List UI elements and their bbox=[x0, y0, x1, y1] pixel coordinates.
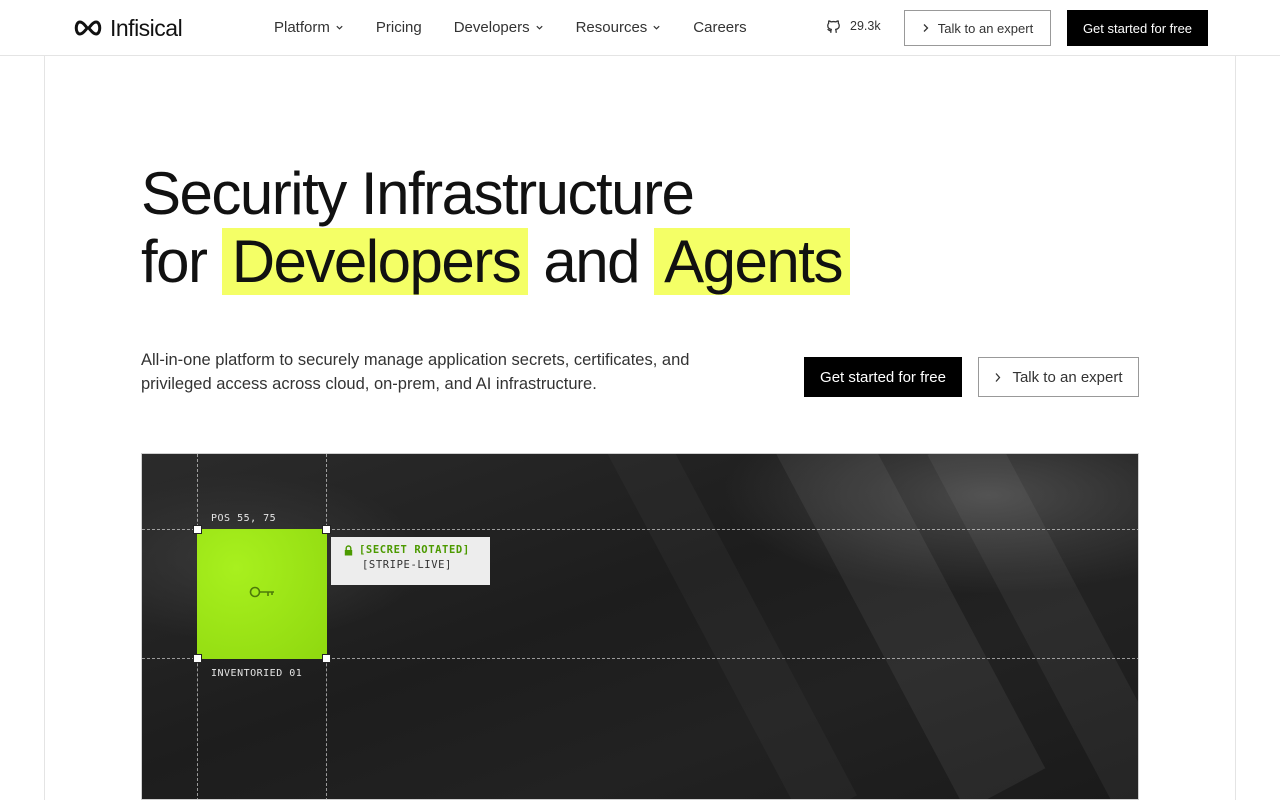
inventory-label: INVENTORIED 01 bbox=[211, 668, 303, 679]
chevron-down-icon bbox=[336, 25, 343, 30]
hero-get-started-button[interactable]: Get started for free bbox=[804, 357, 962, 397]
get-started-button[interactable]: Get started for free bbox=[1067, 10, 1208, 46]
tooltip-status-row: [SECRET ROTATED] bbox=[344, 544, 490, 556]
resize-handle-bottom-left[interactable] bbox=[193, 654, 202, 663]
hero-title-for: for bbox=[141, 228, 208, 295]
resize-handle-bottom-right[interactable] bbox=[322, 654, 331, 663]
nav-item-platform[interactable]: Platform bbox=[274, 19, 344, 36]
hero-title: Security Infrastructure for Developers a… bbox=[141, 160, 850, 296]
main-nav: Platform Pricing Developers Resources Ca… bbox=[274, 0, 779, 55]
highlight-agents: Agents bbox=[654, 228, 850, 295]
github-icon bbox=[827, 20, 840, 34]
chevron-down-icon bbox=[535, 25, 543, 30]
chevron-down-icon bbox=[653, 25, 660, 30]
nav-label: Careers bbox=[693, 19, 747, 36]
infinity-logo-icon bbox=[74, 20, 102, 36]
button-label: Talk to an expert bbox=[1012, 368, 1123, 386]
lock-icon bbox=[344, 544, 353, 555]
top-navbar: Infisical Platform Pricing Developers Re… bbox=[0, 0, 1280, 56]
nav-item-pricing[interactable]: Pricing bbox=[376, 19, 422, 36]
talk-to-expert-button[interactable]: Talk to an expert bbox=[904, 10, 1051, 46]
resize-handle-top-left[interactable] bbox=[193, 525, 202, 534]
highlight-developers: Developers bbox=[221, 228, 529, 295]
nav-item-developers[interactable]: Developers bbox=[454, 19, 544, 36]
brand-name: Infisical bbox=[110, 14, 183, 41]
resize-handle-top-right[interactable] bbox=[322, 525, 331, 534]
hero-visual-panel: POS 55, 75 INVENTORIED 01 [SECRET ROTATE… bbox=[141, 453, 1139, 800]
secret-status-tooltip: [SECRET ROTATED] [STRIPE-LIVE] bbox=[331, 537, 490, 585]
button-label: Get started for free bbox=[820, 368, 946, 386]
hero-talk-to-expert-button[interactable]: Talk to an expert bbox=[978, 357, 1139, 397]
button-label: Talk to an expert bbox=[937, 20, 1034, 36]
frame-border-right bbox=[1235, 0, 1236, 800]
hero-title-line-2: for Developers and Agents bbox=[141, 228, 850, 296]
nav-label: Resources bbox=[575, 19, 648, 36]
button-label: Get started for free bbox=[1082, 20, 1193, 36]
tooltip-status-text: [SECRET ROTATED] bbox=[359, 544, 470, 556]
nav-label: Pricing bbox=[375, 19, 422, 36]
position-label: POS 55, 75 bbox=[211, 513, 277, 524]
tooltip-secret-name: [STRIPE-LIVE] bbox=[362, 559, 452, 571]
github-stars-link[interactable]: 29.3k bbox=[825, 17, 881, 34]
frame-border-left bbox=[44, 0, 45, 800]
nav-label: Developers bbox=[453, 19, 530, 36]
brand-logo[interactable]: Infisical bbox=[72, 14, 183, 42]
hero-title-line-1: Security Infrastructure bbox=[141, 160, 695, 227]
nav-item-resources[interactable]: Resources bbox=[576, 19, 662, 36]
key-icon bbox=[249, 586, 274, 598]
github-star-count: 29.3k bbox=[850, 18, 881, 33]
nav-item-careers[interactable]: Careers bbox=[693, 19, 746, 36]
nav-label: Platform bbox=[274, 19, 330, 36]
chevron-right-icon bbox=[995, 372, 1001, 382]
chevron-right-icon bbox=[923, 24, 929, 32]
hero-title-and: and bbox=[543, 228, 640, 295]
hero-subtitle: All-in-one platform to securely manage a… bbox=[141, 351, 690, 393]
